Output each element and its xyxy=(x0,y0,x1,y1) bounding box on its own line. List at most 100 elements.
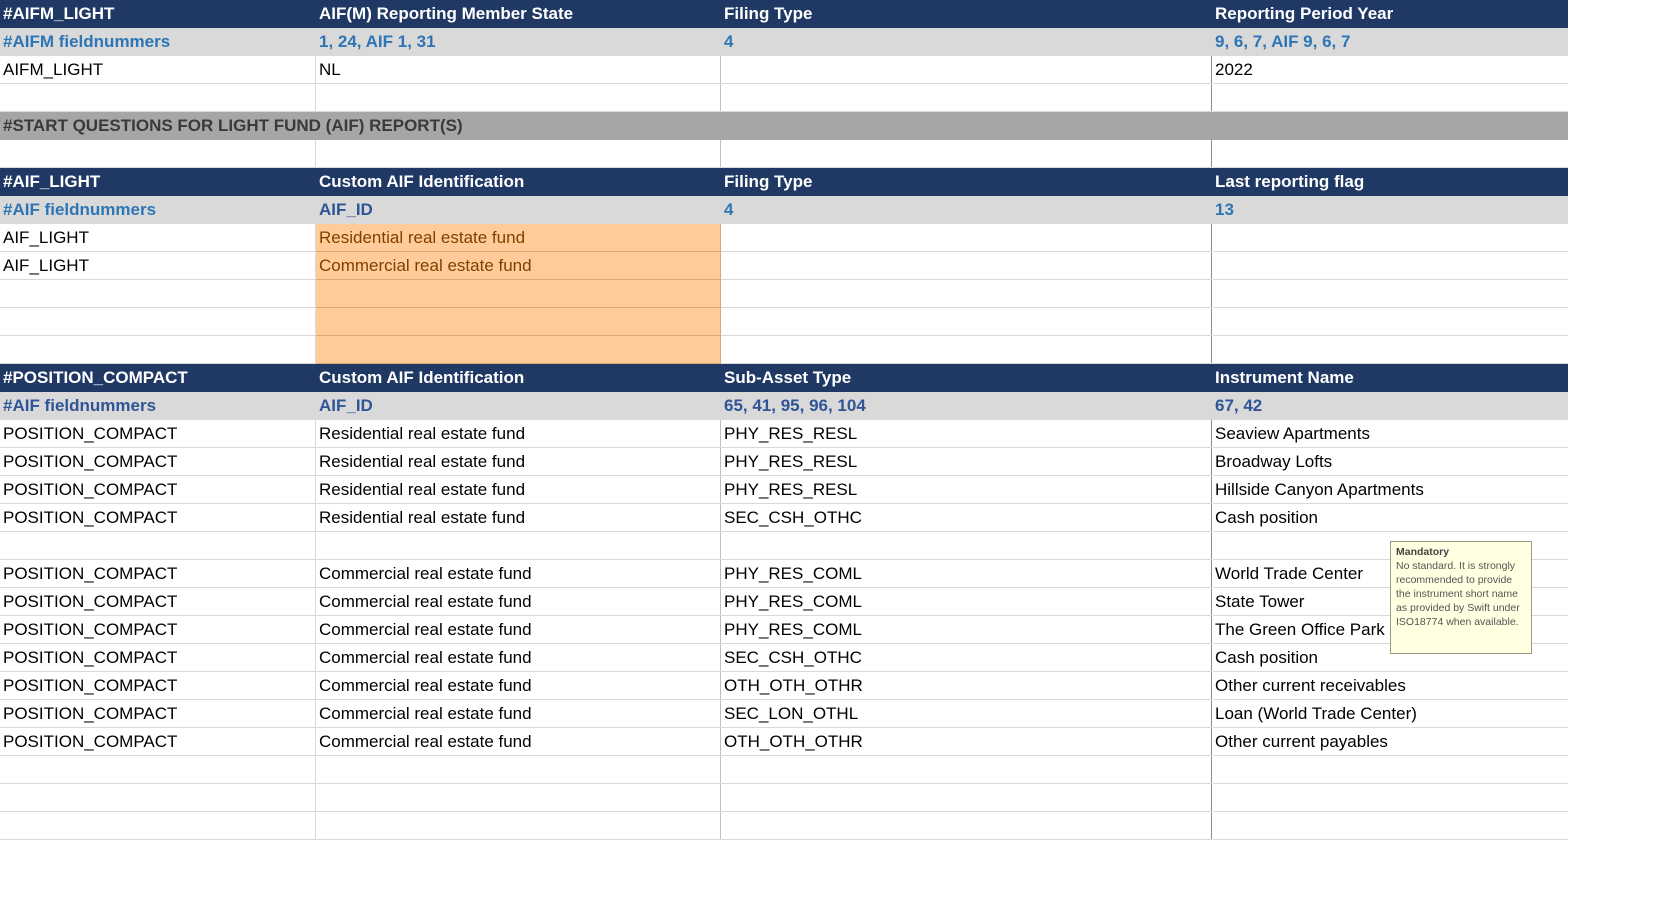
cell[interactable] xyxy=(721,308,1212,335)
cell[interactable]: AIF_ID xyxy=(316,196,721,223)
cell[interactable] xyxy=(721,224,1212,251)
cell[interactable]: Residential real estate fund xyxy=(316,448,721,475)
cell[interactable] xyxy=(1212,756,1568,783)
cell[interactable] xyxy=(721,252,1212,279)
cell[interactable]: 67, 42 xyxy=(1212,392,1568,419)
cell[interactable] xyxy=(1212,140,1568,167)
cell[interactable]: AIF(M) Reporting Member State xyxy=(316,0,721,27)
cell[interactable]: OTH_OTH_OTHR xyxy=(721,728,1212,755)
cell[interactable]: Commercial real estate fund xyxy=(316,644,721,671)
input-cell[interactable] xyxy=(316,336,721,364)
cell[interactable]: #AIFM fieldnummers xyxy=(0,28,316,55)
cell[interactable]: OTH_OTH_OTHR xyxy=(721,672,1212,699)
cell[interactable]: POSITION_COMPACT xyxy=(0,700,316,727)
cell[interactable] xyxy=(1212,84,1568,111)
cell[interactable]: #AIF fieldnummers xyxy=(0,196,316,223)
cell[interactable] xyxy=(1212,812,1568,839)
cell[interactable]: POSITION_COMPACT xyxy=(0,588,316,615)
input-cell[interactable]: Residential real estate fund xyxy=(316,224,721,252)
cell[interactable]: Commercial real estate fund xyxy=(316,728,721,755)
cell[interactable]: Commercial real estate fund xyxy=(316,588,721,615)
cell[interactable]: #POSITION_COMPACT xyxy=(0,364,316,391)
cell[interactable]: PHY_RES_COML xyxy=(721,588,1212,615)
cell[interactable]: AIF_ID xyxy=(316,392,721,419)
cell[interactable]: PHY_RES_RESL xyxy=(721,448,1212,475)
cell[interactable]: 65, 41, 95, 96, 104 xyxy=(721,392,1212,419)
cell[interactable] xyxy=(0,756,316,783)
cell[interactable] xyxy=(721,140,1212,167)
cell[interactable]: AIF_LIGHT xyxy=(0,252,316,279)
cell[interactable] xyxy=(0,308,316,335)
cell[interactable] xyxy=(0,336,316,363)
cell[interactable] xyxy=(1212,784,1568,811)
cell[interactable] xyxy=(316,784,721,811)
cell[interactable] xyxy=(721,84,1212,111)
cell[interactable] xyxy=(721,812,1212,839)
cell[interactable]: Sub-Asset Type xyxy=(721,364,1212,391)
cell[interactable]: Other current payables xyxy=(1212,728,1568,755)
cell[interactable] xyxy=(0,812,316,839)
cell[interactable]: 9, 6, 7, AIF 9, 6, 7 xyxy=(1212,28,1568,55)
cell[interactable]: Residential real estate fund xyxy=(316,476,721,503)
cell[interactable]: Commercial real estate fund xyxy=(316,616,721,643)
cell[interactable] xyxy=(1212,336,1568,363)
cell[interactable] xyxy=(0,140,316,167)
cell[interactable] xyxy=(0,280,316,307)
cell[interactable] xyxy=(1212,224,1568,251)
cell[interactable] xyxy=(316,756,721,783)
cell[interactable]: Custom AIF Identification xyxy=(316,168,721,195)
cell[interactable]: SEC_CSH_OTHC xyxy=(721,644,1212,671)
cell[interactable]: Seaview Apartments xyxy=(1212,420,1568,447)
cell[interactable] xyxy=(721,756,1212,783)
cell[interactable]: NL xyxy=(316,56,721,83)
cell[interactable] xyxy=(721,784,1212,811)
cell[interactable]: Loan (World Trade Center) xyxy=(1212,700,1568,727)
cell[interactable]: Cash position xyxy=(1212,504,1568,531)
cell[interactable]: #AIF_LIGHT xyxy=(0,168,316,195)
cell[interactable]: POSITION_COMPACT xyxy=(0,644,316,671)
section-title[interactable]: #START QUESTIONS FOR LIGHT FUND (AIF) RE… xyxy=(0,112,1568,139)
cell[interactable]: Filing Type xyxy=(721,168,1212,195)
cell[interactable]: POSITION_COMPACT xyxy=(0,420,316,447)
cell[interactable]: #AIF fieldnummers xyxy=(0,392,316,419)
cell[interactable]: Instrument Name xyxy=(1212,364,1568,391)
cell[interactable]: Commercial real estate fund xyxy=(316,700,721,727)
input-cell[interactable]: Commercial real estate fund xyxy=(316,252,721,280)
cell[interactable] xyxy=(721,280,1212,307)
cell[interactable] xyxy=(316,532,721,559)
cell[interactable] xyxy=(316,84,721,111)
cell[interactable]: PHY_RES_RESL xyxy=(721,476,1212,503)
cell[interactable]: PHY_RES_COML xyxy=(721,560,1212,587)
cell[interactable]: POSITION_COMPACT xyxy=(0,672,316,699)
cell[interactable]: #AIFM_LIGHT xyxy=(0,0,316,27)
cell[interactable]: POSITION_COMPACT xyxy=(0,560,316,587)
cell[interactable]: 4 xyxy=(721,196,1212,223)
cell[interactable] xyxy=(0,84,316,111)
cell[interactable]: PHY_RES_RESL xyxy=(721,420,1212,447)
cell[interactable]: Filing Type xyxy=(721,0,1212,27)
cell[interactable]: POSITION_COMPACT xyxy=(0,476,316,503)
cell[interactable] xyxy=(721,336,1212,363)
cell[interactable] xyxy=(316,812,721,839)
cell[interactable] xyxy=(1212,308,1568,335)
cell[interactable]: Reporting Period Year xyxy=(1212,0,1568,27)
cell[interactable] xyxy=(1212,252,1568,279)
cell[interactable] xyxy=(0,532,316,559)
cell[interactable] xyxy=(1212,280,1568,307)
cell[interactable] xyxy=(0,784,316,811)
cell[interactable]: POSITION_COMPACT xyxy=(0,616,316,643)
cell[interactable]: SEC_LON_OTHL xyxy=(721,700,1212,727)
cell[interactable] xyxy=(721,56,1212,83)
cell[interactable]: Residential real estate fund xyxy=(316,504,721,531)
cell[interactable] xyxy=(316,140,721,167)
cell[interactable]: AIFM_LIGHT xyxy=(0,56,316,83)
cell[interactable]: Commercial real estate fund xyxy=(316,672,721,699)
cell[interactable]: POSITION_COMPACT xyxy=(0,448,316,475)
cell[interactable]: Broadway Lofts xyxy=(1212,448,1568,475)
cell[interactable]: Hillside Canyon Apartments xyxy=(1212,476,1568,503)
cell[interactable]: 1, 24, AIF 1, 31 xyxy=(316,28,721,55)
cell[interactable]: 4 xyxy=(721,28,1212,55)
cell[interactable]: AIF_LIGHT xyxy=(0,224,316,251)
cell[interactable]: 2022 xyxy=(1212,56,1568,83)
cell[interactable]: 13 xyxy=(1212,196,1568,223)
